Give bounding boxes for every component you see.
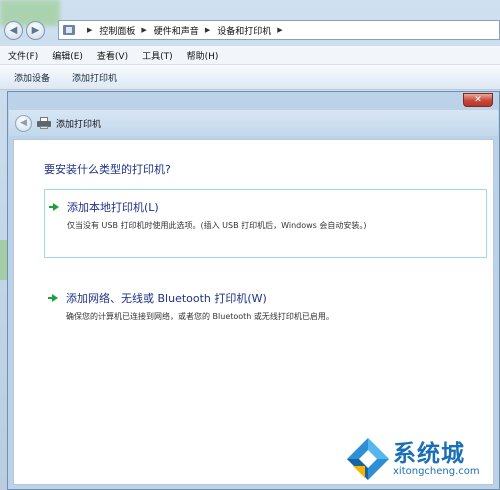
menu-bar: 文件(F) 编辑(E) 查看(V) 工具(T) 帮助(H) bbox=[0, 46, 500, 65]
dialog-title: 添加打印机 bbox=[56, 119, 102, 130]
forward-arrow-icon[interactable]: ▶ bbox=[26, 20, 45, 40]
menu-edit[interactable]: 编辑(E) bbox=[44, 49, 89, 62]
green-arrow-icon bbox=[48, 294, 58, 302]
question-heading: 要安装什么类型的打印机? bbox=[44, 163, 171, 176]
control-panel-icon bbox=[63, 25, 75, 35]
chevron-right-icon[interactable]: ▶ bbox=[141, 26, 146, 34]
green-arrow-icon bbox=[49, 203, 59, 211]
address-bar[interactable]: ▶ 控制面板 ▶ 硬件和声音 ▶ 设备和打印机 ▶ bbox=[58, 20, 500, 40]
menu-help[interactable]: 帮助(H) bbox=[179, 49, 225, 62]
menu-tools[interactable]: 工具(T) bbox=[134, 49, 179, 62]
option-description: 确保您的计算机已连接到网络，或者您的 Bluetooth 或无线打印机已启用。 bbox=[66, 312, 334, 321]
add-local-printer-option[interactable]: 添加本地打印机(L) 仅当没有 USB 打印机时使用此选项。(插入 USB 打印… bbox=[44, 189, 487, 258]
breadcrumb-control-panel[interactable]: 控制面板 bbox=[99, 24, 135, 37]
watermark-url: xitongcheng.com bbox=[393, 466, 480, 477]
add-device-button[interactable]: 添加设备 bbox=[0, 71, 58, 84]
chevron-right-icon[interactable]: ▶ bbox=[205, 26, 210, 34]
menu-view[interactable]: 查看(V) bbox=[89, 49, 134, 62]
menu-file[interactable]: 文件(F) bbox=[0, 49, 44, 62]
command-bar: 添加设备 添加打印机 bbox=[0, 65, 500, 90]
watermark-brand: 系统城 bbox=[393, 441, 465, 467]
option-title[interactable]: 添加网络、无线或 Bluetooth 打印机(W) bbox=[66, 290, 267, 306]
chevron-right-icon[interactable]: ▶ bbox=[277, 26, 282, 34]
add-network-printer-option[interactable]: 添加网络、无线或 Bluetooth 打印机(W) 确保您的计算机已连接到网络，… bbox=[44, 281, 487, 325]
printer-icon bbox=[37, 117, 51, 129]
option-description: 仅当没有 USB 打印机时使用此选项。(插入 USB 打印机后，Windows … bbox=[67, 221, 367, 230]
watermark: 系统城 xitongcheng.com bbox=[345, 434, 495, 488]
close-button[interactable]: ✕ bbox=[463, 93, 493, 107]
add-printer-dialog: ✕ ◀ 添加打印机 要安装什么类型的打印机? 添加本地打印机(L) 仅当没有 U… bbox=[7, 91, 500, 490]
chevron-right-icon[interactable]: ▶ bbox=[87, 26, 92, 34]
close-icon: ✕ bbox=[474, 95, 482, 105]
add-printer-button[interactable]: 添加打印机 bbox=[58, 71, 125, 84]
navigation-bar: ◀ ▶ ▶ 控制面板 ▶ 硬件和声音 ▶ 设备和打印机 ▶ bbox=[0, 16, 500, 44]
dialog-header: ◀ 添加打印机 bbox=[9, 110, 498, 136]
option-title[interactable]: 添加本地打印机(L) bbox=[67, 199, 159, 215]
breadcrumb-hardware-sound[interactable]: 硬件和声音 bbox=[154, 24, 199, 37]
back-arrow-icon[interactable]: ◀ bbox=[15, 114, 32, 132]
xitongcheng-logo-icon bbox=[347, 438, 389, 480]
breadcrumb-devices-printers[interactable]: 设备和打印机 bbox=[217, 24, 271, 37]
back-arrow-icon[interactable]: ◀ bbox=[4, 20, 23, 40]
